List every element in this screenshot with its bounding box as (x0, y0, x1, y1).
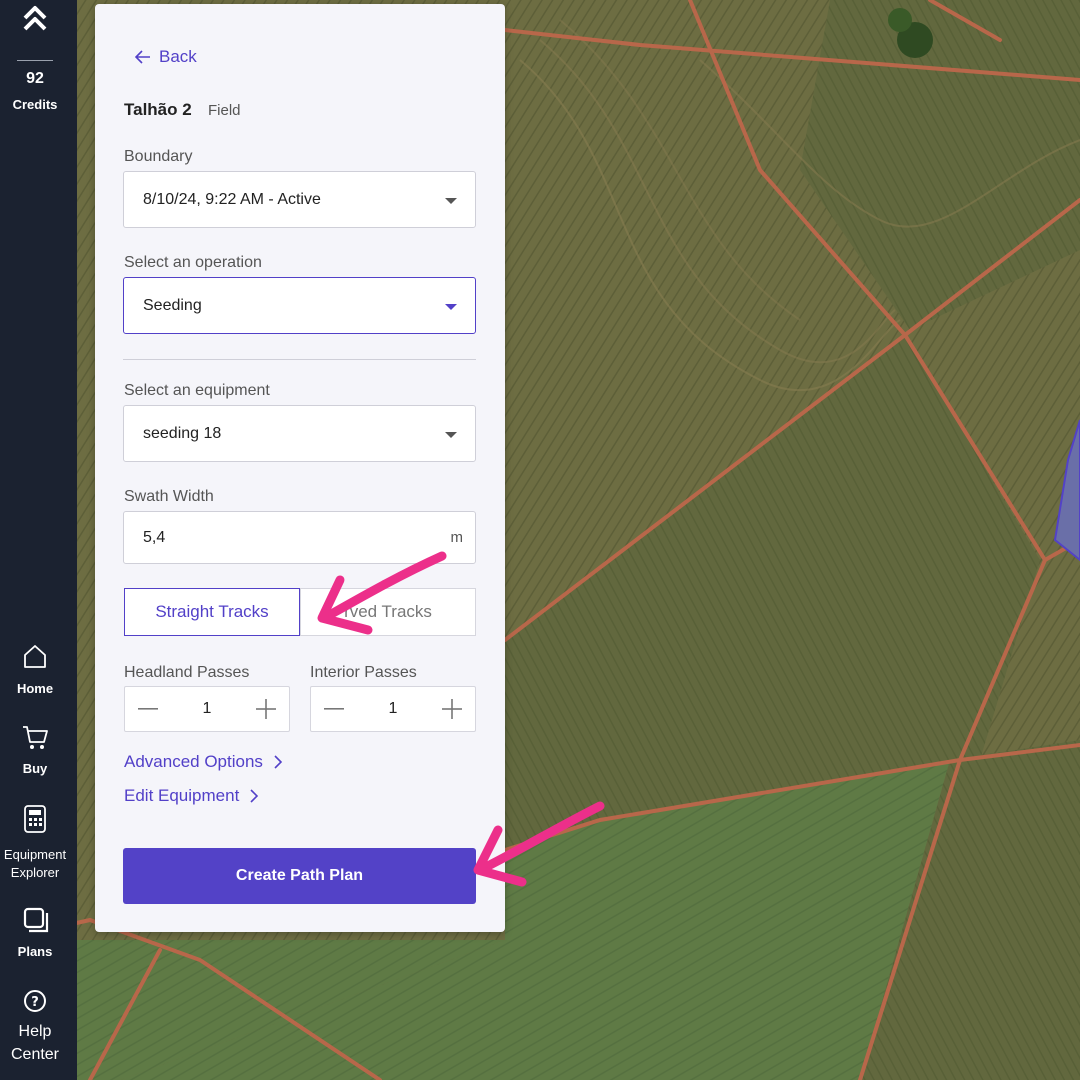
chevron-right-icon (274, 755, 283, 769)
interior-passes-stepper: 1 (310, 686, 476, 732)
operation-value: Seeding (143, 296, 202, 314)
minus-icon (324, 708, 344, 710)
headland-passes-value[interactable]: 1 (171, 700, 243, 718)
arrow-left-icon (135, 50, 150, 64)
nav-label-center: Center (10, 1046, 60, 1063)
plans-icon (23, 907, 49, 933)
equipment-value: seeding 18 (143, 424, 222, 442)
back-button[interactable]: Back (135, 47, 197, 67)
interior-increment-button[interactable] (429, 687, 475, 731)
credits-label: Credits (12, 97, 58, 112)
nav-item-home[interactable]: Home (0, 642, 70, 698)
side-nav: 92 Credits Home Buy Equipment Explorer P… (0, 0, 77, 1080)
caret-down-icon (445, 304, 457, 310)
swath-width-input[interactable]: 5,4 m (123, 511, 476, 564)
interior-decrement-button[interactable] (311, 687, 357, 731)
boundary-label: Boundary (124, 148, 193, 165)
nav-label-plans: Plans (17, 944, 53, 959)
advanced-options-link[interactable]: Advanced Options (124, 752, 283, 772)
boundary-value: 8/10/24, 9:22 AM - Active (143, 190, 321, 208)
headland-decrement-button[interactable] (125, 687, 171, 731)
interior-passes-value[interactable]: 1 (357, 700, 429, 718)
back-label: Back (159, 47, 197, 66)
swath-width-label: Swath Width (124, 488, 214, 505)
caret-down-icon (445, 432, 457, 438)
minus-icon (138, 708, 158, 710)
advanced-options-label: Advanced Options (124, 752, 263, 771)
section-divider (123, 359, 476, 360)
operation-label: Select an operation (124, 254, 262, 271)
plus-icon (256, 699, 276, 719)
nav-item-buy[interactable]: Buy (0, 722, 70, 778)
swath-width-unit: m (450, 529, 464, 546)
nav-divider (17, 60, 53, 61)
curved-tracks-option[interactable]: rved Tracks (300, 588, 476, 636)
headland-passes-label: Headland Passes (124, 664, 250, 681)
headland-passes-stepper: 1 (124, 686, 290, 732)
calculator-icon (24, 805, 46, 833)
edit-equipment-link[interactable]: Edit Equipment (124, 786, 259, 806)
operation-select[interactable]: Seeding (123, 277, 476, 334)
equipment-select[interactable]: seeding 18 (123, 405, 476, 462)
field-tag: Field (208, 102, 241, 119)
nav-item-help-center[interactable]: ? Help Center (0, 988, 70, 1066)
nav-item-plans[interactable]: Plans (0, 905, 70, 961)
equipment-label: Select an equipment (124, 382, 270, 399)
svg-text:?: ? (31, 995, 39, 1010)
boundary-select[interactable]: 8/10/24, 9:22 AM - Active (123, 171, 476, 228)
edit-equipment-label: Edit Equipment (124, 786, 240, 805)
track-type-toggle: Straight Tracks rved Tracks (124, 588, 476, 636)
caret-down-icon (445, 198, 457, 204)
headland-increment-button[interactable] (243, 687, 289, 731)
interior-passes-label: Interior Passes (310, 664, 417, 681)
swath-width-value: 5,4 (143, 528, 166, 546)
nav-label-home: Home (16, 681, 54, 696)
plus-icon (442, 699, 462, 719)
create-path-plan-button[interactable]: Create Path Plan (123, 848, 476, 904)
nav-label-help: Help (18, 1023, 52, 1040)
nav-item-equipment-explorer[interactable]: Equipment Explorer (0, 804, 70, 882)
cart-icon (23, 726, 48, 749)
logo-icon[interactable] (22, 4, 48, 34)
home-icon (24, 645, 46, 668)
straight-tracks-option[interactable]: Straight Tracks (124, 588, 300, 636)
credits-count: 92 (26, 70, 44, 87)
nav-label-buy: Buy (22, 761, 48, 776)
path-plan-panel: Back Talhão 2 Field Boundary 8/10/24, 9:… (95, 4, 505, 932)
nav-label-explorer: Explorer (10, 865, 60, 880)
help-icon: ? (24, 990, 46, 1012)
nav-label-equipment: Equipment (3, 847, 67, 862)
chevron-right-icon (250, 789, 259, 803)
field-title: Talhão 2 (124, 100, 192, 119)
